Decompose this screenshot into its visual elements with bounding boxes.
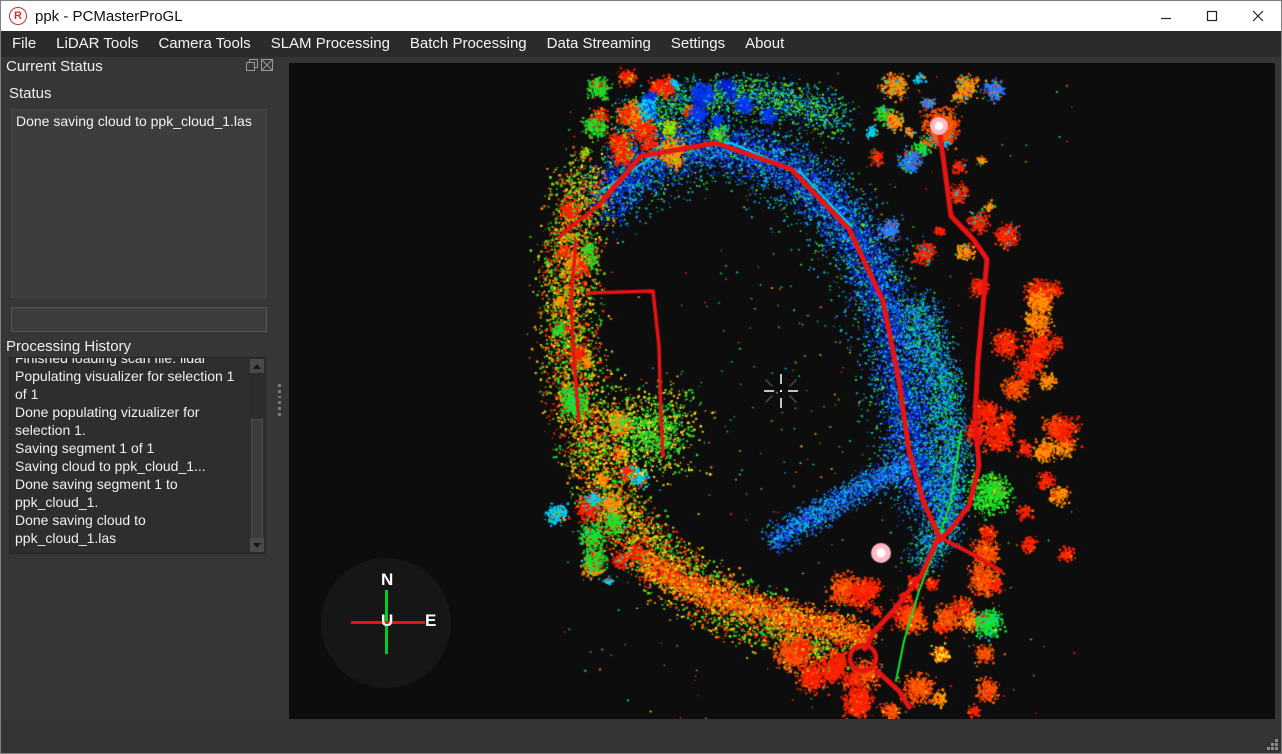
menu-item-settings[interactable]: Settings — [661, 31, 735, 57]
menu-item-file[interactable]: File — [1, 31, 46, 57]
dock-close-button[interactable] — [261, 59, 273, 71]
scroll-down-button[interactable] — [250, 538, 264, 552]
arrow-down-icon — [253, 543, 261, 548]
history-scrollbar[interactable] — [250, 359, 264, 552]
app-window: R ppk - PCMasterProGL FileLiDAR ToolsCam… — [0, 0, 1282, 754]
close-icon — [1252, 10, 1264, 22]
main-content: Current Status — [1, 57, 1281, 719]
status-label: Status — [9, 85, 52, 102]
menu-item-slam-processing[interactable]: SLAM Processing — [261, 31, 400, 57]
close-button[interactable] — [1235, 1, 1281, 31]
dock-title: Current Status — [6, 58, 103, 75]
rotation-center-crosshair — [761, 371, 801, 411]
compass-east-label: E — [425, 611, 436, 631]
history-line[interactable]: Populating visualizer for selection 1 of… — [15, 367, 250, 403]
dock-splitter-handle[interactable] — [277, 384, 282, 416]
history-line[interactable]: Done populating vizualizer for selection… — [15, 403, 250, 439]
compass-up-label: U — [381, 611, 393, 631]
scroll-up-button[interactable] — [250, 359, 264, 373]
command-input[interactable] — [11, 307, 267, 332]
dock-close-icon — [261, 59, 273, 71]
compass-north-label: N — [381, 570, 393, 590]
minimize-icon — [1160, 10, 1172, 22]
window-controls — [1143, 1, 1281, 31]
menu-bar: FileLiDAR ToolsCamera ToolsSLAM Processi… — [1, 31, 1281, 57]
history-line[interactable]: Saving cloud to ppk_cloud_1... — [15, 457, 250, 475]
float-icon — [246, 59, 258, 71]
history-line[interactable]: Done saving segment 1 to ppk_cloud_1. — [15, 475, 250, 511]
dock-header[interactable]: Current Status — [1, 57, 279, 77]
menu-item-lidar-tools[interactable]: LiDAR Tools — [46, 31, 148, 57]
history-lines: Finished loading scan file: lidarPopulat… — [10, 357, 250, 547]
orientation-compass[interactable]: N E U — [321, 558, 451, 688]
maximize-button[interactable] — [1189, 1, 1235, 31]
processing-history-label: Processing History — [6, 338, 131, 355]
menu-item-data-streaming[interactable]: Data Streaming — [537, 31, 661, 57]
arrow-up-icon — [253, 364, 261, 369]
maximize-icon — [1206, 10, 1218, 22]
scrollbar-thumb[interactable] — [251, 419, 263, 540]
processing-history-list[interactable]: Finished loading scan file: lidarPopulat… — [9, 357, 266, 554]
menu-item-batch-processing[interactable]: Batch Processing — [400, 31, 537, 57]
status-text-box[interactable]: Done saving cloud to ppk_cloud_1.las — [11, 109, 267, 298]
history-line[interactable]: Saving segment 1 of 1 — [15, 439, 250, 457]
history-line[interactable]: Finished loading scan file: lidar — [15, 357, 250, 367]
current-status-dock: Current Status — [1, 57, 279, 719]
window-title: ppk - PCMasterProGL — [35, 8, 183, 25]
resize-grip[interactable] — [1266, 738, 1279, 751]
dock-float-button[interactable] — [246, 59, 258, 71]
status-bar — [1, 719, 1281, 753]
title-bar[interactable]: R ppk - PCMasterProGL — [1, 1, 1281, 31]
app-icon: R — [9, 7, 27, 25]
menu-item-camera-tools[interactable]: Camera Tools — [148, 31, 260, 57]
minimize-button[interactable] — [1143, 1, 1189, 31]
point-cloud-viewport[interactable]: N E U — [289, 63, 1275, 719]
menu-item-about[interactable]: About — [735, 31, 794, 57]
history-line[interactable]: Done saving cloud to ppk_cloud_1.las — [15, 511, 250, 547]
